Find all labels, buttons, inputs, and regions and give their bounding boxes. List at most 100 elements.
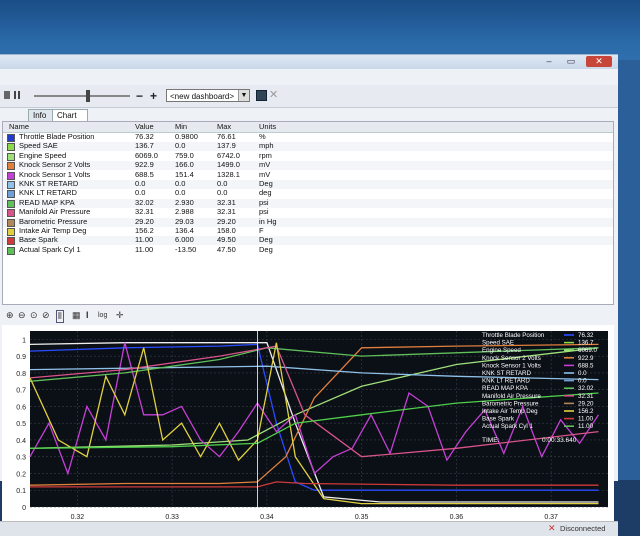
table-row[interactable]: KNK LT RETARD 0.0 0.0 0.0 deg [3,188,613,199]
parameter-table: Name Value Min Max Units Throttle Blade … [2,121,614,305]
clear-icon[interactable]: ✕ [269,88,278,101]
table-row[interactable]: Speed SAE 136.7 0.0 137.9 mph [3,141,613,152]
cursor-mode-icon[interactable]: ⫴ [56,310,64,323]
log-scale-button[interactable]: log [98,312,107,319]
legend-entry-value: 11.00 [578,423,594,430]
table-row[interactable]: KNK ST RETARD 0.0 0.0 0.0 Deg [3,179,613,189]
legend-entry-value: 29.20 [578,400,594,407]
pause-icon-bar [18,91,20,99]
series-color-swatch [7,218,15,227]
grid-icon[interactable]: ▦ [72,310,81,321]
crosshair-icon[interactable]: ✛ [116,310,124,321]
legend-entry-value: 136.7 [578,340,594,347]
tab-info[interactable]: Info [28,109,54,121]
zoom-in-button[interactable]: + [150,89,157,103]
chart-toolbar: ⊕ ⊖ ⊙ ⊘ ⫴ ▦ I log ✛ [2,307,614,323]
legend-entry-name: Barometric Pressure [482,400,539,407]
table-row[interactable]: Knock Sensor 2 Volts 922.9 166.0 1499.0 mV [3,160,613,171]
dashboard-select[interactable]: <new dashboard> ▼ [166,89,250,102]
header-name[interactable]: Name [9,122,29,132]
zoom-fit-icon[interactable]: ⊙ [30,310,38,321]
save-icon[interactable] [256,90,267,101]
pause-icon[interactable] [14,91,16,99]
table-row[interactable]: Actual Spark Cyl 1 11.00 -13.50 47.50 Deg [3,244,613,255]
y-tick-label: 1 [22,337,26,344]
legend-entry-name: Actual Spark Cyl 1 [482,423,533,430]
legend-entry-value: 76.32 [578,332,594,339]
zoom-out-button[interactable]: − [136,89,143,103]
legend-entry-name: Knock Sensor 1 Volts [482,362,541,369]
header-min[interactable]: Min [175,122,187,132]
row-value: 11.00 [135,244,154,254]
table-row[interactable]: READ MAP KPA 32.02 2.930 32.31 psi [3,198,613,208]
series-color-swatch [7,171,15,180]
series-color-swatch [7,199,15,208]
table-row[interactable]: Barometric Pressure 29.20 29.03 29.20 in Hg [3,217,613,227]
legend-entry-value: 688.5 [578,362,594,369]
legend-entry-name: KNK LT RETARD [482,378,530,385]
legend-entry-value: 156.2 [578,408,594,415]
series-color-swatch [7,143,15,152]
table-row[interactable]: Throttle Blade Position 76.32 0.9800 76.61% [3,132,613,142]
time-value: 0:00:33.640 [542,437,577,444]
window-titlebar: – ▭ ✕ [0,55,618,69]
line-chart[interactable]: 0 0.1 0.2 0.3 0.4 0.5 0.6 0.7 0.8 0.9 1 0.32 0.33 0.3… [2,325,614,521]
series-color-swatch [7,237,15,246]
playback-slider-thumb[interactable] [86,90,90,102]
header-units[interactable]: Units [259,122,276,132]
close-window-icon[interactable]: ✕ [586,56,612,67]
legend-entry-value: 0.0 [578,370,587,377]
header-value[interactable]: Value [135,122,154,132]
table-row[interactable]: Base Spark 11.00 6.000 49.50 Deg [3,235,613,246]
table-row[interactable]: Knock Sensor 1 Volts 688.5 151.4 1328.1 mV [3,170,613,180]
chevron-down-icon[interactable]: ▼ [238,90,249,101]
legend-entry-name: Throttle Blade Position [482,332,545,339]
table-row[interactable]: Intake Air Temp Deg 156.2 136.4 158.0 F [3,226,613,236]
y-tick-label: 0.7 [16,388,26,395]
table-row[interactable]: Engine Speed 6069.0 759.0 6742.0 rpm [3,151,613,161]
legend-entry-value: 32.02 [578,385,594,392]
legend-entry-value: 32.31 [578,393,594,400]
legend-entry-value: 11.00 [578,416,594,423]
y-tick-label: 0.6 [16,404,26,411]
legend-entry-name: Knock Sensor 2 Volts [482,355,541,362]
text-cursor-icon[interactable]: I [86,310,89,320]
time-label: TIME: [482,437,500,444]
legend-entry-name: Engine Speed [482,347,521,354]
desktop-background-right [618,60,640,480]
table-row[interactable]: Manifold Air Pressure 32.31 2.988 32.31 psi [3,207,613,218]
y-tick-label: 0.4 [16,438,26,445]
row-min: -13.50 [175,244,197,254]
header-max[interactable]: Max [217,122,231,132]
maximize-icon[interactable]: ▭ [562,56,580,67]
zoom-x-icon[interactable]: ⊘ [42,310,50,321]
x-tick-label: 0.36 [450,514,464,521]
minimize-icon[interactable]: – [540,56,558,67]
y-tick-label: 0 [22,505,26,512]
legend-entry-name: Manifold Air Pressure [482,393,541,400]
x-tick-label: 0.34 [260,514,274,521]
legend-entry-value: 6069.0 [578,347,597,354]
tab-chart-1[interactable]: Chart 1 [52,109,88,131]
y-tick-label: 0.5 [16,421,26,428]
series-color-swatch [7,162,15,171]
y-tick-label: 0.3 [16,455,26,462]
zoom-out-icon[interactable]: ⊖ [18,310,26,321]
table-header: Name Value Min Max Units [3,122,613,133]
y-tick-label: 0.9 [16,354,26,361]
series-color-swatch [7,190,15,199]
y-tick-label: 0.8 [16,371,26,378]
disconnected-icon: ✕ [548,523,556,533]
zoom-in-icon[interactable]: ⊕ [6,310,14,321]
legend-entry-name: Speed SAE [482,340,514,347]
legend-entry-name: READ MAP KPA [482,385,529,392]
connection-status: Disconnected [560,524,606,533]
status-bar: ✕ Disconnected [0,521,618,536]
x-tick-label: 0.37 [544,514,558,521]
legend-entry-name: Base Spark [482,416,515,423]
playback-slider[interactable] [34,95,130,97]
chart-area: 0 0.1 0.2 0.3 0.4 0.5 0.6 0.7 0.8 0.9 1 0.32 0.33 0.3… [2,325,614,521]
toolbar: − + <new dashboard> ▼ ✕ [0,85,618,108]
legend-entry-name: KNK ST RETARD [482,370,531,377]
stop-icon[interactable] [4,91,10,99]
